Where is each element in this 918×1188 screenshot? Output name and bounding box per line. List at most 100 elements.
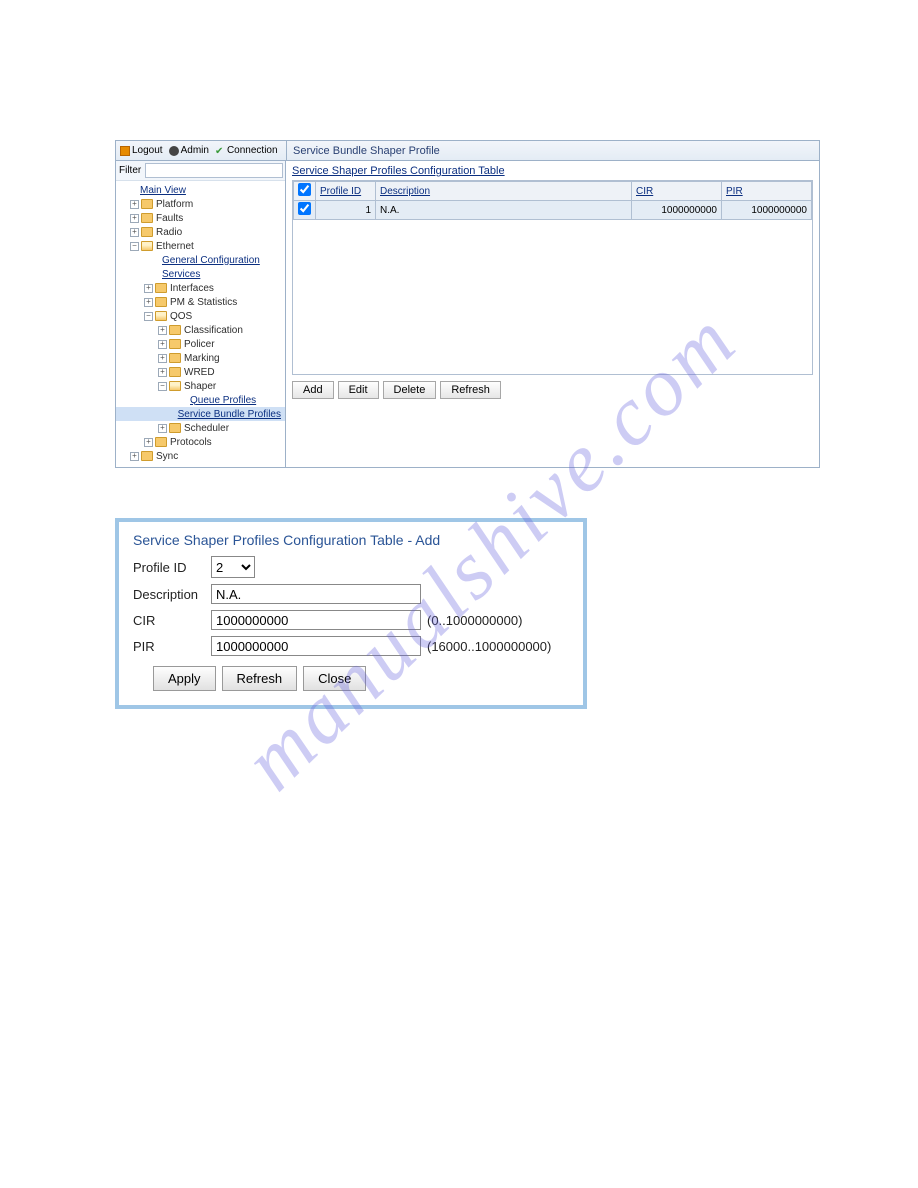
tree-sync[interactable]: + Sync	[116, 449, 285, 463]
tree-label: Shaper	[184, 381, 216, 392]
collapse-icon[interactable]: −	[158, 382, 167, 391]
select-all-checkbox[interactable]	[298, 183, 311, 196]
spacer-icon	[183, 395, 187, 405]
spacer-icon	[155, 269, 159, 279]
spacer	[122, 186, 131, 195]
profile-id-label: Profile ID	[133, 560, 211, 575]
tree-radio[interactable]: + Radio	[116, 225, 285, 239]
top-toolbar: Logout Admin ✔ Connection Service Bundle…	[116, 141, 819, 161]
table-row[interactable]: 1 N.A. 1000000000 1000000000	[294, 201, 812, 220]
expand-icon[interactable]: +	[158, 368, 167, 377]
expand-icon[interactable]: +	[130, 452, 139, 461]
tree-label: Interfaces	[170, 283, 214, 294]
body-row: Filter × Main View + Platform +	[116, 161, 819, 467]
logout-icon	[120, 146, 130, 156]
cir-input[interactable]	[211, 610, 421, 630]
tree-general-config[interactable]: General Configuration	[116, 253, 285, 267]
refresh-button[interactable]: Refresh	[440, 381, 501, 399]
tree-label: Marking	[184, 353, 220, 364]
folder-icon	[155, 283, 167, 293]
folder-icon	[169, 367, 181, 377]
tree-label: Queue Profiles	[190, 395, 256, 406]
row-checkbox[interactable]	[298, 202, 311, 215]
tree-qos[interactable]: − QOS	[116, 309, 285, 323]
expand-icon[interactable]: +	[144, 438, 153, 447]
tree-label: Policer	[184, 339, 215, 350]
sidebar: Filter × Main View + Platform +	[116, 161, 286, 467]
pir-input[interactable]	[211, 636, 421, 656]
expand-icon[interactable]: +	[130, 200, 139, 209]
tree-queue-profiles[interactable]: Queue Profiles	[116, 393, 285, 407]
page-title: Service Bundle Shaper Profile	[286, 141, 819, 160]
add-button[interactable]: Add	[292, 381, 334, 399]
tree-main-view[interactable]: Main View	[116, 183, 285, 197]
tree-label: Protocols	[170, 437, 212, 448]
tree-label: Service Bundle Profiles	[178, 409, 281, 420]
tree-label: Ethernet	[156, 241, 194, 252]
expand-icon[interactable]: +	[144, 298, 153, 307]
tree-policer[interactable]: + Policer	[116, 337, 285, 351]
tree-wred[interactable]: + WRED	[116, 365, 285, 379]
tree-label: QOS	[170, 311, 192, 322]
tree-label: Sync	[156, 451, 178, 462]
row-description: Description	[133, 584, 569, 604]
expand-icon[interactable]: +	[158, 354, 167, 363]
profiles-table: Profile ID Description CIR PIR 1 N.A. 10…	[293, 181, 812, 220]
expand-icon[interactable]: +	[158, 424, 167, 433]
table-header-row: Profile ID Description CIR PIR	[294, 182, 812, 201]
header-description[interactable]: Description	[376, 182, 632, 201]
expand-icon[interactable]: +	[158, 340, 167, 349]
expand-icon[interactable]: +	[130, 228, 139, 237]
tree-pm-statistics[interactable]: + PM & Statistics	[116, 295, 285, 309]
tree-protocols[interactable]: + Protocols	[116, 435, 285, 449]
header-pir[interactable]: PIR	[722, 182, 812, 201]
header-cir[interactable]: CIR	[632, 182, 722, 201]
content-area: Service Shaper Profiles Configuration Ta…	[286, 161, 819, 467]
profile-id-select[interactable]: 2	[211, 556, 255, 578]
tree-service-bundle-profiles[interactable]: Service Bundle Profiles	[116, 407, 285, 421]
tree-faults[interactable]: + Faults	[116, 211, 285, 225]
tree-platform[interactable]: + Platform	[116, 197, 285, 211]
folder-open-icon	[169, 381, 181, 391]
dialog-title: Service Shaper Profiles Configuration Ta…	[133, 532, 569, 548]
connection-label: Connection	[227, 145, 278, 156]
button-row: Add Edit Delete Refresh	[292, 381, 813, 399]
filter-label: Filter	[119, 165, 141, 176]
tree-ethernet[interactable]: − Ethernet	[116, 239, 285, 253]
tree-services[interactable]: Services	[116, 267, 285, 281]
row-pir: PIR (16000..1000000000)	[133, 636, 569, 656]
filter-input[interactable]	[145, 163, 283, 178]
tree-interfaces[interactable]: + Interfaces	[116, 281, 285, 295]
expand-icon[interactable]: +	[144, 284, 153, 293]
tree-label: General Configuration	[162, 255, 260, 266]
tree-label: Platform	[156, 199, 193, 210]
apply-button[interactable]: Apply	[153, 666, 216, 691]
folder-icon	[141, 451, 153, 461]
description-input[interactable]	[211, 584, 421, 604]
spacer	[144, 256, 153, 265]
tree-scheduler[interactable]: + Scheduler	[116, 421, 285, 435]
pir-hint: (16000..1000000000)	[427, 639, 551, 654]
collapse-icon[interactable]: −	[130, 242, 139, 251]
tree-label: Main View	[140, 185, 186, 196]
folder-icon	[141, 213, 153, 223]
cell-pir: 1000000000	[722, 201, 812, 220]
table-container: Profile ID Description CIR PIR 1 N.A. 10…	[292, 180, 813, 375]
close-button[interactable]: Close	[303, 666, 366, 691]
tree-shaper[interactable]: − Shaper	[116, 379, 285, 393]
admin-link[interactable]: Admin	[169, 145, 209, 156]
delete-button[interactable]: Delete	[383, 381, 437, 399]
edit-button[interactable]: Edit	[338, 381, 379, 399]
expand-icon[interactable]: +	[158, 326, 167, 335]
tree-classification[interactable]: + Classification	[116, 323, 285, 337]
dialog-refresh-button[interactable]: Refresh	[222, 666, 298, 691]
tree-marking[interactable]: + Marking	[116, 351, 285, 365]
tree-label: Faults	[156, 213, 183, 224]
section-title: Service Shaper Profiles Configuration Ta…	[292, 165, 813, 177]
collapse-icon[interactable]: −	[144, 312, 153, 321]
row-checkbox-cell	[294, 201, 316, 220]
header-profile-id[interactable]: Profile ID	[316, 182, 376, 201]
expand-icon[interactable]: +	[130, 214, 139, 223]
logout-link[interactable]: Logout	[120, 145, 163, 156]
connection-link[interactable]: ✔ Connection	[215, 145, 278, 156]
